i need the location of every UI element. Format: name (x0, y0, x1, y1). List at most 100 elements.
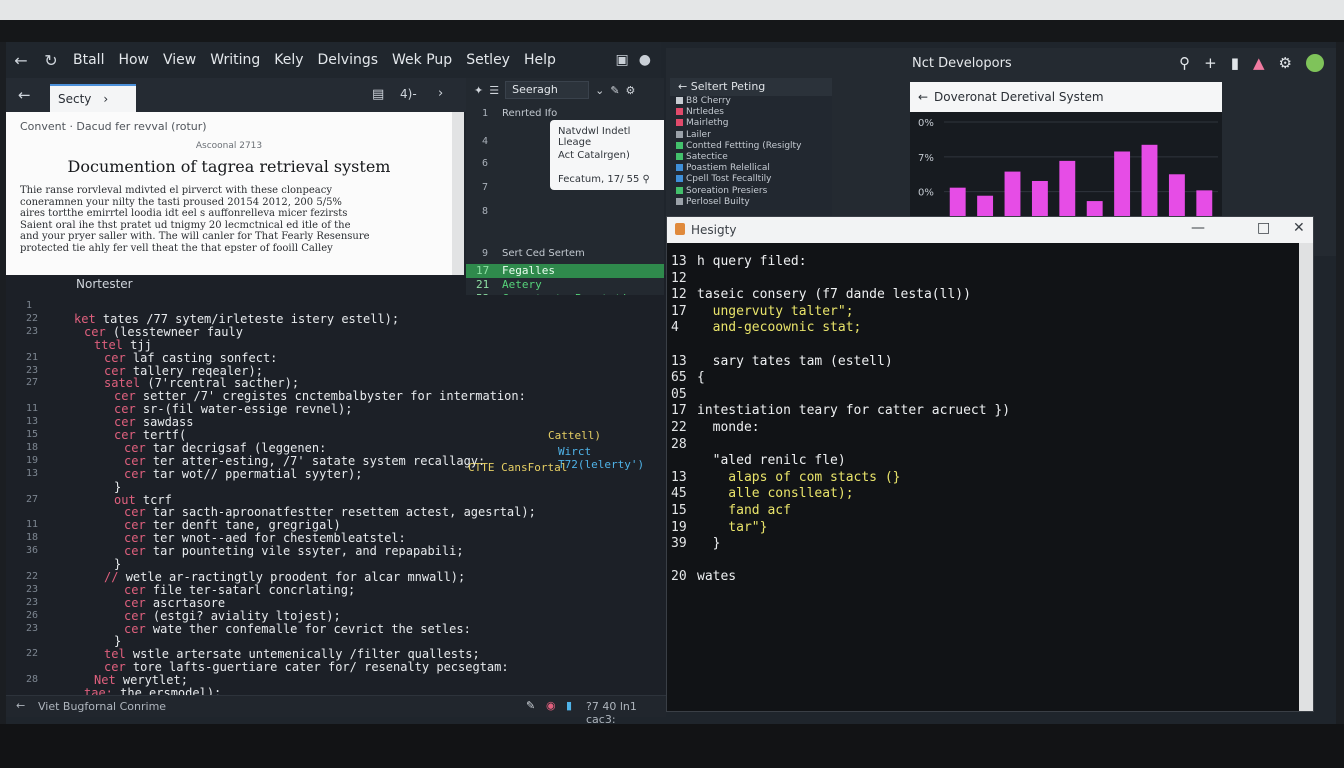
back-arrow-icon[interactable]: ← (16, 699, 25, 712)
menu-item[interactable]: How (111, 52, 156, 68)
lock-icon[interactable]: ▤ (372, 87, 384, 102)
list-icon[interactable]: ☰ (489, 84, 499, 97)
sidebar-header[interactable]: ← Seltert Peting (670, 78, 832, 96)
menu-item[interactable]: Help (517, 52, 563, 68)
sidebar-item[interactable]: Cpell Tost Fecalltily (670, 174, 832, 185)
outline-search-input[interactable]: Seeragh (505, 81, 590, 99)
outline-item[interactable]: 53Cporcterty Prestetions (466, 292, 664, 295)
menu-item[interactable]: Writing (203, 52, 267, 68)
line-number: 05 (671, 386, 687, 402)
search-icon[interactable]: ⚲ (1179, 54, 1190, 72)
code-editor[interactable]: Nortester 1 22 ket tates /77 sytem/irletes… (6, 275, 666, 695)
menu-item[interactable]: Setley (459, 52, 517, 68)
maximize-icon[interactable]: □ (1257, 220, 1270, 236)
avatar[interactable] (1306, 54, 1324, 72)
terminal-line: 22 monde: (667, 419, 1297, 436)
terminal-text: monde: (697, 419, 760, 436)
popup-item[interactable]: Fecatum, 17/ 55 ⚲ (558, 174, 660, 198)
line-number: 13 (671, 353, 687, 369)
terminal-segment: h query filed: (697, 254, 807, 269)
y-tick-label: 7% (918, 153, 934, 164)
popup-item[interactable]: Natvdwl Indetl Lleage (558, 126, 660, 150)
chevron-right-icon: › (103, 92, 109, 106)
terminal-text: intestiation teary for catter acruect }) (697, 402, 1010, 419)
terminal-line: 4 and-gecoownic stat; (667, 319, 1297, 336)
plus-icon[interactable]: + (1204, 54, 1217, 72)
code-content: the ersmodel); (120, 686, 222, 695)
pin-icon[interactable]: ✦ (474, 84, 483, 97)
popup-item[interactable]: Act Catalrgen) (558, 150, 660, 174)
menu-item[interactable]: Kely (267, 52, 310, 68)
sidebar-item[interactable]: Mairlethg (670, 118, 832, 129)
close-icon[interactable]: ✕ (1293, 220, 1305, 236)
gear-icon[interactable]: ⚙ (626, 84, 636, 97)
autocomplete-popup: Natvdwl Indetl Lleage Act Catalrgen) Fec… (550, 120, 664, 190)
bug-icon[interactable]: ◉ (546, 699, 556, 712)
paragraph-line: Saient oral ihe thst pratet ud tnigmy 20… (20, 219, 351, 231)
terminal-scrollbar[interactable] (1299, 243, 1313, 711)
terminal-segment: sary tates tam (estell) (697, 353, 893, 369)
minimize-icon[interactable]: — (1191, 220, 1205, 236)
sidebar-item-icon (676, 130, 683, 138)
outline-item-number: 21 (476, 278, 490, 291)
menu-item[interactable]: Btall (66, 52, 111, 68)
line-number: 7 (482, 182, 489, 193)
paragraph-line: and your pryer saller with. The will can… (20, 231, 370, 243)
chevron-down-icon[interactable]: ⌄ (595, 84, 604, 97)
sidebar-item-icon (676, 186, 683, 194)
circle-icon[interactable]: ● (639, 52, 651, 68)
line-number: 9 (482, 248, 489, 259)
sidebar-item[interactable]: Nrtledes (670, 107, 832, 118)
terminal-segment: "aled renilc fle) (697, 453, 846, 469)
line-number: 15 (671, 503, 687, 518)
bars-icon[interactable]: ▮ (566, 699, 572, 712)
code-line: tae: the ersmodel); (6, 684, 666, 695)
terminal-line: 13 h query filed: (667, 253, 1297, 270)
pencil-icon[interactable]: ✎ (610, 84, 619, 97)
sidebar-item[interactable]: Satectice (670, 152, 832, 163)
sidebar-item[interactable]: Lailer (670, 130, 832, 141)
tab-search[interactable]: Secty › (50, 84, 136, 112)
terminal-line: 28 (667, 436, 1297, 453)
outline-item-number: 53 (476, 292, 502, 295)
gear-icon[interactable]: ⚙ (1279, 54, 1292, 72)
menu-item[interactable]: View (156, 52, 203, 68)
sidebar-item[interactable]: Contted Fettting (Resiglty (670, 141, 832, 152)
document-scrollbar[interactable] (452, 112, 464, 275)
folder-icon[interactable]: ▣ (616, 52, 629, 68)
sidebar-item[interactable]: Poastiem Relellical (670, 163, 832, 174)
terminal-line: 17 ungervuty talter"; (667, 303, 1297, 320)
terminal-segment: { (697, 370, 705, 386)
popup-item-label: Fecatum, 17/ 55 (558, 174, 640, 185)
chart-title: Doveronat Deretival System (934, 90, 1104, 104)
document-panel: Convent · Dacud fer revval (rotur) Ascoo… (6, 112, 452, 275)
terminal-line: 45 alle conslleat); (667, 485, 1297, 502)
back-arrow-icon[interactable]: ← (918, 82, 928, 112)
line-number: 22 (671, 420, 687, 435)
menu-item[interactable]: Delvings (311, 52, 386, 68)
sidebar-item[interactable]: Perlosel Builty (670, 197, 832, 208)
monitor-bezel-top (0, 0, 1344, 20)
refresh-icon[interactable]: ↻ (36, 51, 66, 70)
terminal-line: 15 fand acf (667, 502, 1297, 519)
outline-item[interactable]: 17 Fegalles (466, 264, 664, 278)
back-arrow-icon[interactable]: ← (6, 51, 36, 70)
outline-item-label: Fegalles (502, 264, 555, 277)
back-arrow-icon[interactable]: ← (678, 80, 687, 93)
back-arrow-icon[interactable]: ← (18, 86, 31, 104)
sidebar-item[interactable]: Soreation Presiers (670, 186, 832, 197)
bell-icon[interactable]: ▲ (1253, 54, 1265, 72)
sidebar-item-icon (676, 152, 683, 160)
sidebar-item-icon (676, 141, 683, 149)
menubar: ← ↻ Btall How View Writing Kely Delvings… (6, 42, 661, 78)
document-subtitle: Ascoonal 2713 (195, 141, 263, 151)
sidebar-item-icon (676, 97, 683, 104)
chevron-right-icon[interactable]: › (438, 86, 443, 101)
sidebar-item[interactable]: B8 Cherry (670, 96, 832, 107)
outline-item[interactable]: 21 Aetery (466, 278, 664, 292)
pencil-icon[interactable]: ✎ (526, 699, 535, 712)
outline-item-label: Cporcterty Prestetions (502, 292, 648, 295)
menu-item[interactable]: Wek Pup (385, 52, 459, 68)
bars-icon[interactable]: ▮ (1231, 54, 1239, 72)
